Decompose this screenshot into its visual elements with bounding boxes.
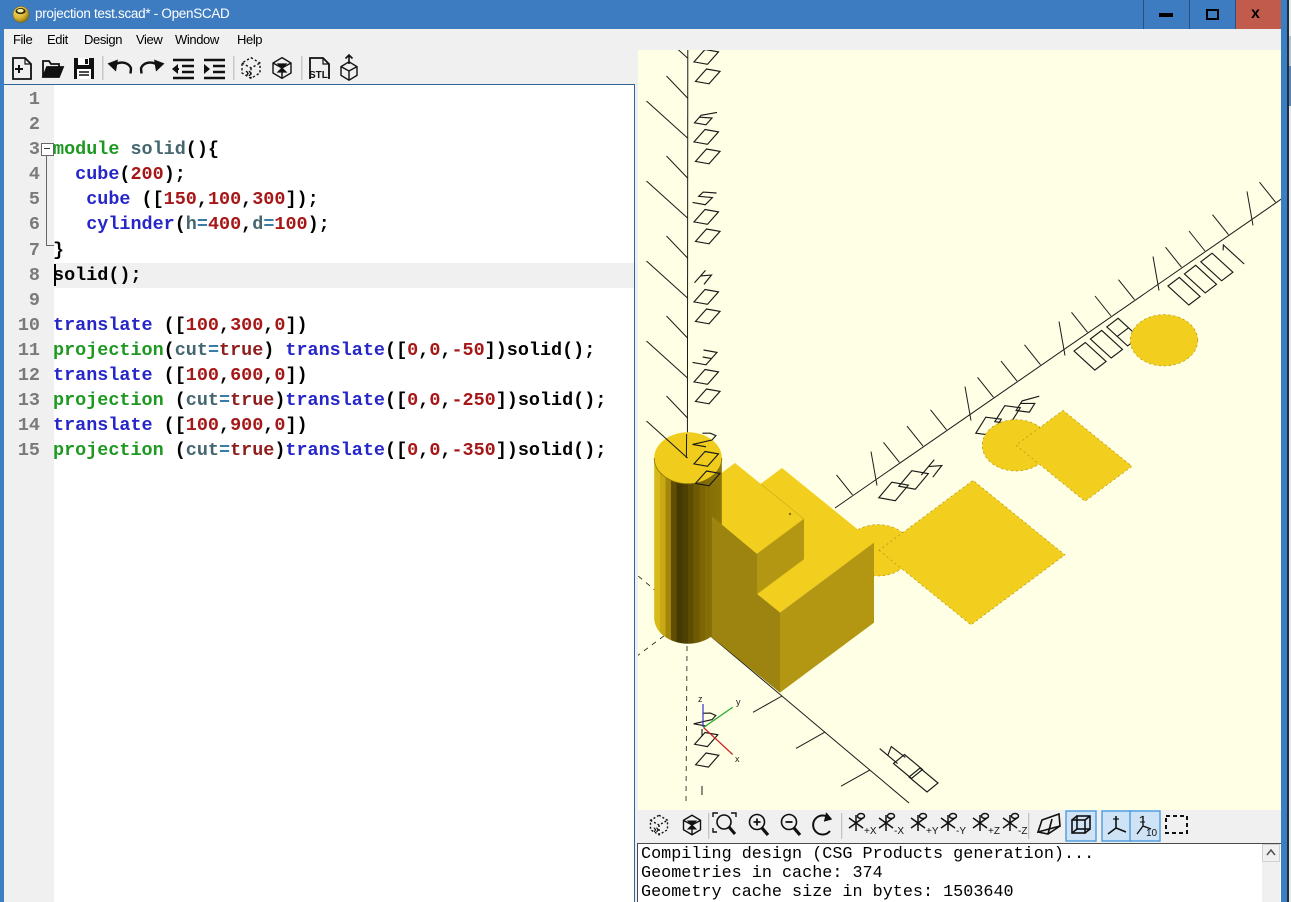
- svg-text:+Y: +Y: [926, 826, 939, 837]
- svg-text:-Y: -Y: [956, 826, 966, 837]
- svg-text:-X: -X: [894, 826, 904, 837]
- svg-text:y: y: [736, 697, 741, 707]
- svg-text:+X: +X: [864, 826, 877, 837]
- svg-text:10: 10: [1146, 828, 1158, 839]
- svg-text:z: z: [698, 694, 703, 704]
- svg-text:»: »: [653, 824, 659, 836]
- svg-text:-Z: -Z: [1018, 826, 1027, 837]
- svg-text:x: x: [735, 754, 740, 764]
- svg-text:+Z: +Z: [988, 826, 1000, 837]
- svg-text:STL: STL: [309, 70, 328, 81]
- svg-text:»: »: [245, 65, 252, 80]
